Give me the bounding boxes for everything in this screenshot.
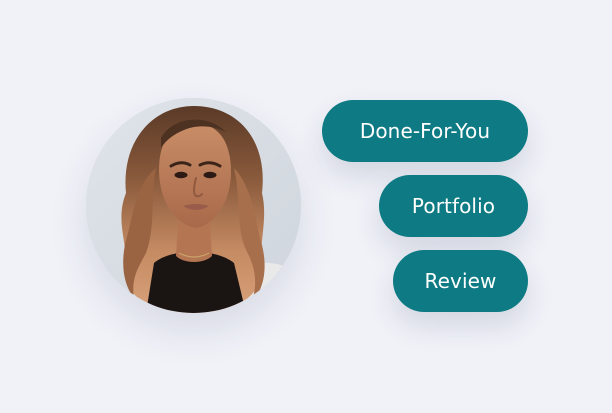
avatar	[86, 98, 301, 313]
done-for-you-button[interactable]: Done-For-You	[322, 100, 528, 162]
portfolio-button[interactable]: Portfolio	[379, 175, 528, 237]
portrait-photo	[86, 98, 301, 313]
review-button[interactable]: Review	[393, 250, 528, 312]
